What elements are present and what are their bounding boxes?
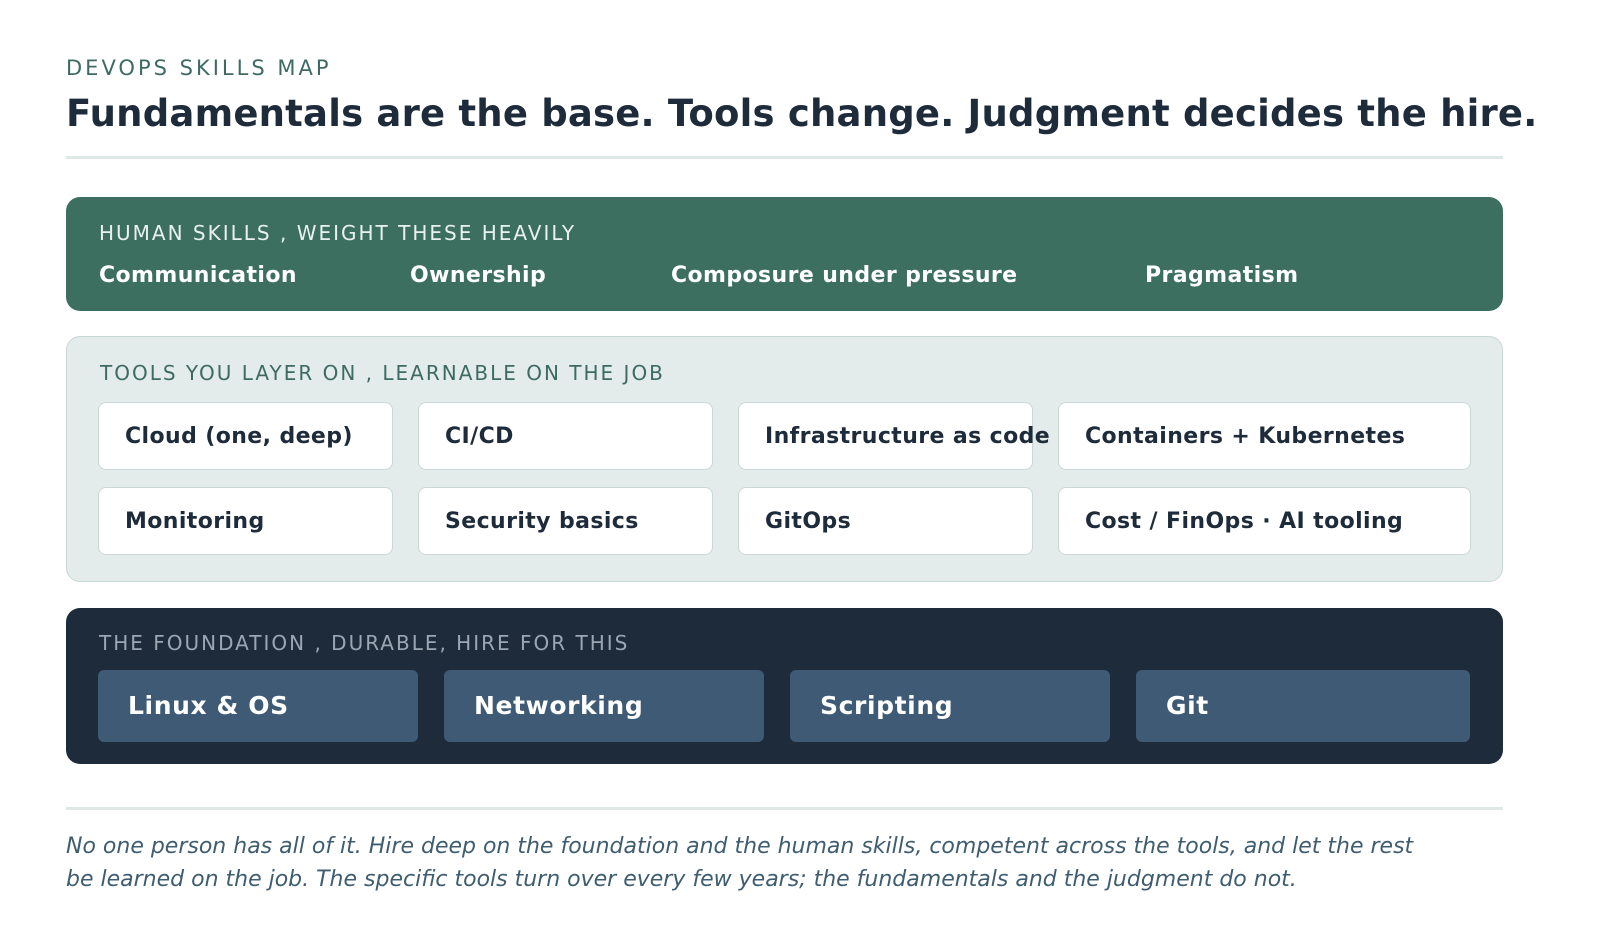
tool-card-iac: Infrastructure as code — [738, 402, 1050, 470]
eyebrow-label: DEVOPS SKILLS MAP — [66, 56, 332, 80]
human-skill-composure: Composure under pressure — [671, 263, 1018, 288]
tool-card-label: Monitoring — [125, 509, 265, 534]
tool-card-label: Containers + Kubernetes — [1085, 424, 1406, 449]
human-skills-layer: HUMAN SKILLS , WEIGHT THESE HEAVILY Comm… — [66, 197, 1503, 311]
tool-card-cicd: CI/CD — [418, 402, 713, 470]
tool-card-label: Infrastructure as code — [765, 424, 1051, 449]
foundation-card-label: Networking — [474, 691, 644, 720]
foundation-card-scripting: Scripting — [790, 670, 1110, 742]
foundation-card-label: Git — [1166, 691, 1209, 720]
tool-card-label: CI/CD — [445, 424, 514, 449]
human-skill-ownership: Ownership — [410, 263, 547, 288]
tools-label: TOOLS YOU LAYER ON , LEARNABLE ON THE JO… — [100, 361, 665, 385]
human-skill-communication: Communication — [99, 263, 297, 288]
page-title: Fundamentals are the base. Tools change.… — [66, 92, 1538, 135]
tool-card-label: Cost / FinOps · AI tooling — [1085, 509, 1404, 534]
human-skill-pragmatism: Pragmatism — [1145, 263, 1299, 288]
top-divider — [66, 156, 1503, 159]
human-skills-label: HUMAN SKILLS , WEIGHT THESE HEAVILY — [99, 221, 577, 245]
foundation-layer: THE FOUNDATION , DURABLE, HIRE FOR THIS … — [66, 608, 1503, 764]
tool-card-security: Security basics — [418, 487, 713, 555]
foundation-card-label: Scripting — [820, 691, 954, 720]
tool-card-label: Security basics — [445, 509, 639, 534]
foundation-card-networking: Networking — [444, 670, 764, 742]
tools-layer: TOOLS YOU LAYER ON , LEARNABLE ON THE JO… — [66, 336, 1503, 582]
tool-card-cloud: Cloud (one, deep) — [98, 402, 393, 470]
foundation-card-git: Git — [1136, 670, 1470, 742]
tool-card-finops: Cost / FinOps · AI tooling — [1058, 487, 1471, 555]
tool-card-gitops: GitOps — [738, 487, 1033, 555]
tool-card-label: GitOps — [765, 509, 852, 534]
foundation-card-label: Linux & OS — [128, 691, 289, 720]
foundation-label: THE FOUNDATION , DURABLE, HIRE FOR THIS — [99, 631, 630, 655]
tool-card-containers: Containers + Kubernetes — [1058, 402, 1471, 470]
foundation-card-linux: Linux & OS — [98, 670, 418, 742]
tool-card-label: Cloud (one, deep) — [125, 424, 353, 449]
tool-card-monitoring: Monitoring — [98, 487, 393, 555]
bottom-divider — [66, 807, 1503, 810]
footer-note: No one person has all of it. Hire deep o… — [66, 834, 1414, 892]
